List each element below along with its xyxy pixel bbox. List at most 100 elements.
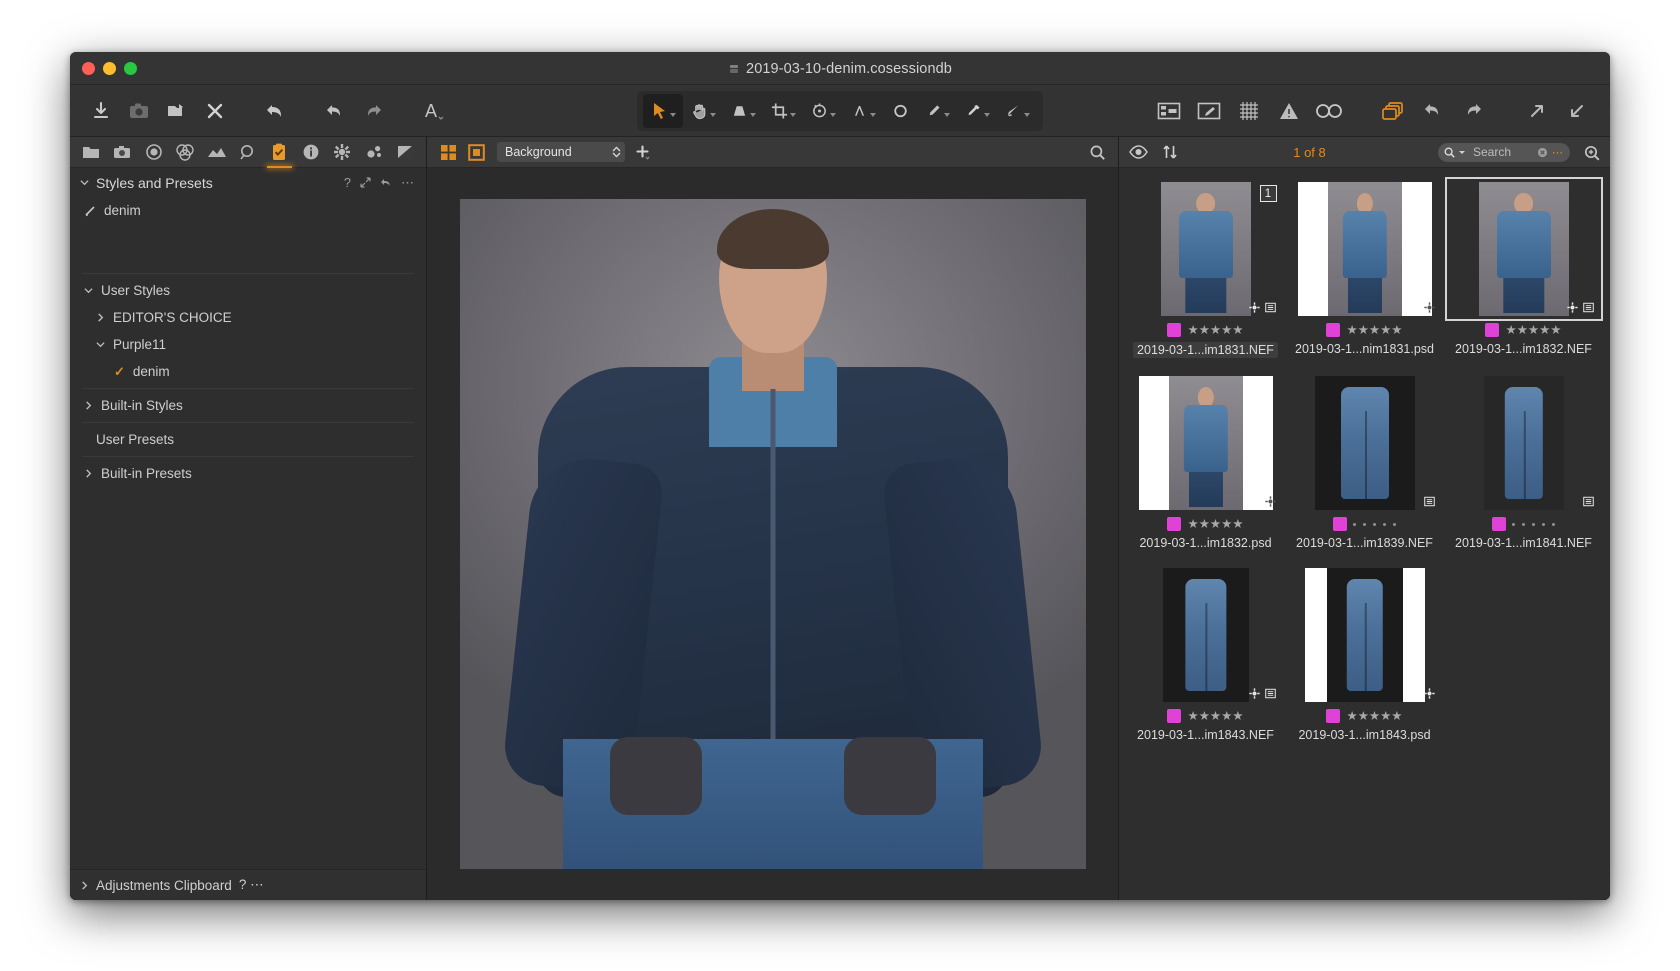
settings-gear-icon[interactable]	[1248, 302, 1260, 313]
straighten-tool-icon[interactable]	[843, 94, 883, 128]
rating-stars[interactable]: ★★★★★	[1187, 518, 1243, 531]
exposure-tab[interactable]	[202, 137, 231, 167]
adjustments-clipboard-tab[interactable]	[265, 137, 294, 168]
settings-gear-icon[interactable]	[1248, 688, 1260, 699]
capture-camera-icon[interactable]	[122, 94, 156, 128]
annotation-edit-icon[interactable]	[1192, 94, 1226, 128]
crop-tool-icon[interactable]	[763, 94, 803, 128]
thumbnail-cell[interactable]: 2019-03-1...im1839.NEF	[1290, 376, 1439, 550]
metadata-info-tab[interactable]	[296, 137, 325, 167]
levels-tab[interactable]	[391, 137, 420, 167]
background-select[interactable]: Background	[497, 142, 625, 162]
lens-tab[interactable]	[139, 137, 168, 167]
thumbnail-image[interactable]	[1290, 376, 1439, 510]
variants-stack-icon[interactable]	[1376, 94, 1410, 128]
single-view-icon[interactable]	[465, 141, 487, 163]
eyedropper-tool-icon[interactable]	[957, 94, 997, 128]
styles-and-presets-header[interactable]: Styles and Presets ? ⋯	[70, 168, 426, 197]
settings-gear-icon[interactable]	[1264, 496, 1276, 507]
thumbnail-cell[interactable]: ★★★★★ 2019-03-1...im1843.psd	[1290, 568, 1439, 742]
tree-item-purple11[interactable]: Purple11	[70, 331, 426, 358]
import-icon[interactable]	[84, 94, 118, 128]
thumbnail-image[interactable]	[1131, 376, 1280, 510]
search-input[interactable]: Search ⋯	[1438, 142, 1570, 162]
rotate-tool-icon[interactable]	[803, 94, 843, 128]
more-dots-icon[interactable]: ⋯	[250, 877, 264, 892]
focus-mask-glasses-icon[interactable]	[1312, 94, 1346, 128]
spot-removal-tool-icon[interactable]	[883, 94, 917, 128]
collapse-panels-icon[interactable]	[1560, 94, 1594, 128]
add-plus-icon[interactable]	[631, 141, 653, 163]
thumbnail-cell[interactable]: ★★★★★ 2019-03-1...im1832.NEF	[1444, 177, 1603, 358]
pointer-tool-icon[interactable]	[643, 93, 683, 128]
thumbnail-image[interactable]	[1290, 568, 1439, 702]
rating-stars[interactable]: ★★★★★	[1346, 324, 1402, 337]
color-label-swatch[interactable]	[1167, 517, 1182, 531]
thumbnail-cell[interactable]: ★★★★★ 2019-03-1...im1843.NEF	[1131, 568, 1280, 742]
details-loupe-tab[interactable]	[233, 137, 262, 167]
export-folder-icon[interactable]	[160, 94, 194, 128]
browser-zoom-icon[interactable]	[1580, 141, 1602, 163]
tree-item-editors-choice[interactable]: EDITOR'S CHOICE	[70, 304, 426, 331]
color-label-swatch[interactable]	[1167, 709, 1182, 723]
metadata-list-icon[interactable]	[1264, 302, 1276, 313]
settings-gear-icon[interactable]	[1423, 688, 1435, 699]
delete-x-icon[interactable]	[198, 94, 232, 128]
tree-item-user-presets[interactable]: User Presets	[70, 426, 426, 453]
rating-stars[interactable]: ★★★★★	[1187, 710, 1243, 723]
thumbnail-cell[interactable]: 1 ★★★★★ 2019-03-1...im1831.NEF	[1131, 182, 1280, 358]
rating-stars[interactable]	[1512, 522, 1555, 526]
multi-view-icon[interactable]	[437, 141, 459, 163]
viewer-zoom-icon[interactable]	[1086, 141, 1108, 163]
clear-circle-icon[interactable]	[1537, 147, 1548, 158]
batch-gears-tab[interactable]	[359, 137, 388, 167]
keystone-tool-icon[interactable]	[723, 94, 763, 128]
main-image[interactable]	[459, 199, 1086, 869]
exposure-warning-icon[interactable]	[1272, 94, 1306, 128]
metadata-list-icon[interactable]	[1582, 302, 1594, 313]
thumbnail-cell[interactable]: 2019-03-1...im1841.NEF	[1449, 376, 1598, 550]
library-folder-tab[interactable]	[76, 137, 105, 167]
viewer-canvas[interactable]	[427, 168, 1118, 900]
color-label-swatch[interactable]	[1326, 323, 1341, 337]
reset-curve-icon[interactable]	[380, 177, 392, 188]
tree-item-user-styles[interactable]: User Styles	[70, 277, 426, 304]
adjustments-clipboard-footer[interactable]: Adjustments Clipboard ? ⋯	[70, 869, 426, 900]
expand-arrows-icon[interactable]	[360, 177, 371, 188]
color-label-swatch[interactable]	[1492, 517, 1506, 531]
help-question-icon[interactable]: ?	[239, 877, 247, 892]
rating-stars[interactable]: ★★★★★	[1346, 710, 1402, 723]
output-gear-tab[interactable]	[328, 137, 357, 167]
rating-stars[interactable]	[1353, 522, 1396, 526]
viewer-layout-icon[interactable]	[1152, 94, 1186, 128]
help-question-icon[interactable]: ?	[344, 175, 351, 190]
metadata-list-icon[interactable]	[1264, 688, 1276, 699]
thumbnail-image[interactable]	[1449, 376, 1598, 510]
thumbnail-image[interactable]: 1	[1131, 182, 1280, 316]
color-tab[interactable]	[170, 137, 199, 167]
reset-variant-icon[interactable]	[1416, 94, 1450, 128]
more-dots-icon[interactable]: ⋯	[401, 175, 414, 191]
color-label-swatch[interactable]	[1167, 323, 1182, 337]
tree-item-denim[interactable]: ✓ denim	[70, 358, 426, 385]
color-label-swatch[interactable]	[1485, 323, 1500, 337]
sort-arrows-icon[interactable]	[1159, 141, 1181, 163]
applied-style-row[interactable]: denim	[70, 197, 426, 224]
rating-stars[interactable]: ★★★★★	[1505, 324, 1561, 337]
text-a-icon[interactable]: A	[416, 94, 450, 128]
tree-item-built-in-presets[interactable]: Built-in Presets	[70, 460, 426, 487]
settings-gear-icon[interactable]	[1566, 302, 1578, 313]
color-label-swatch[interactable]	[1333, 517, 1347, 531]
redo-icon[interactable]	[356, 94, 390, 128]
metadata-list-icon[interactable]	[1582, 496, 1594, 507]
thumbnail-image[interactable]	[1444, 177, 1603, 321]
settings-gear-icon[interactable]	[1423, 302, 1435, 313]
undo-icon[interactable]	[318, 94, 352, 128]
thumbnail-image[interactable]	[1290, 182, 1439, 316]
capture-tab[interactable]	[107, 137, 136, 167]
thumbnail-image[interactable]	[1131, 568, 1280, 702]
heal-tool-icon[interactable]	[997, 94, 1037, 128]
color-label-swatch[interactable]	[1326, 709, 1341, 723]
reset-arrow-icon[interactable]	[258, 94, 292, 128]
more-dots-icon[interactable]: ⋯	[1552, 146, 1564, 159]
